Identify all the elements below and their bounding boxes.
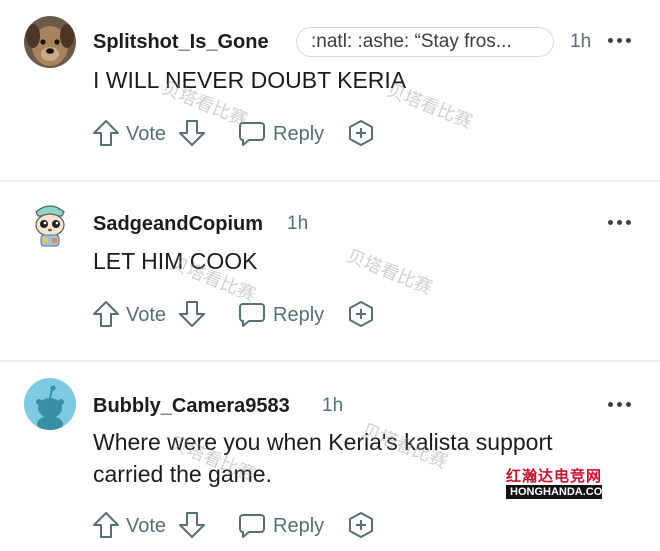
upvote-arrow-icon xyxy=(93,120,119,146)
award-button[interactable] xyxy=(346,299,376,329)
downvote-button[interactable] xyxy=(177,299,207,329)
reply-bubble-icon xyxy=(239,303,265,327)
comment-body: LET HIM COOK xyxy=(93,248,258,274)
comment-2: SadgeandCopium 1h LET HIM COOK Vote Repl… xyxy=(0,182,660,360)
downvote-arrow-icon xyxy=(179,120,205,146)
more-options-icon[interactable] xyxy=(608,399,632,409)
more-options-icon[interactable] xyxy=(608,35,632,45)
upvote-arrow-icon xyxy=(93,301,119,327)
reply-bubble-icon xyxy=(239,514,265,538)
username[interactable]: Splitshot_Is_Gone xyxy=(93,31,269,54)
upvote-button[interactable] xyxy=(91,118,121,148)
add-award-icon xyxy=(349,301,373,327)
reply-label[interactable]: Reply xyxy=(273,304,324,327)
reply-button[interactable] xyxy=(237,299,267,329)
avatar[interactable] xyxy=(24,16,76,68)
upvote-button[interactable] xyxy=(91,299,121,329)
timestamp: 1h xyxy=(322,395,344,416)
more-options-icon[interactable] xyxy=(608,217,632,227)
avatar[interactable] xyxy=(24,198,76,250)
username[interactable]: Bubbly_Camera9583 xyxy=(93,395,290,418)
user-flair: :natl: :ashe: “Stay fros... xyxy=(296,27,554,57)
reply-button[interactable] xyxy=(237,118,267,148)
reply-label[interactable]: Reply xyxy=(273,123,324,146)
vote-label: Vote xyxy=(126,123,167,145)
cartoon-animal-avatar-icon xyxy=(24,198,76,250)
username[interactable]: SadgeandCopium xyxy=(93,213,263,236)
site-logo: 红瀚达电竞网 HONGHANDA.COM xyxy=(506,467,611,499)
reply-label[interactable]: Reply xyxy=(273,515,324,538)
add-award-icon xyxy=(349,120,373,146)
downvote-button[interactable] xyxy=(177,510,207,540)
downvote-button[interactable] xyxy=(177,118,207,148)
reply-button[interactable] xyxy=(237,510,267,540)
comment-3: Bubbly_Camera9583 1h Where were you when… xyxy=(0,362,660,551)
vote-label: Vote xyxy=(126,515,167,537)
vote-label: Vote xyxy=(126,304,167,326)
logo-chinese-text: 红瀚达电竞网 xyxy=(506,467,603,485)
dog-avatar-icon xyxy=(24,16,76,68)
comment-body: I WILL NEVER DOUBT KERIA xyxy=(93,67,407,93)
add-award-icon xyxy=(349,512,373,538)
award-button[interactable] xyxy=(346,510,376,540)
downvote-arrow-icon xyxy=(179,301,205,327)
avatar[interactable] xyxy=(24,378,76,430)
downvote-arrow-icon xyxy=(179,512,205,538)
comment-1: Splitshot_Is_Gone :natl: :ashe: “Stay fr… xyxy=(0,0,660,180)
timestamp: 1h xyxy=(287,213,309,234)
logo-domain-text: HONGHANDA.COM xyxy=(506,485,611,499)
upvote-arrow-icon xyxy=(93,512,119,538)
upvote-button[interactable] xyxy=(91,510,121,540)
reply-bubble-icon xyxy=(239,122,265,146)
award-button[interactable] xyxy=(346,118,376,148)
timestamp: 1h xyxy=(570,31,592,52)
default-snoo-avatar-icon xyxy=(24,378,76,430)
